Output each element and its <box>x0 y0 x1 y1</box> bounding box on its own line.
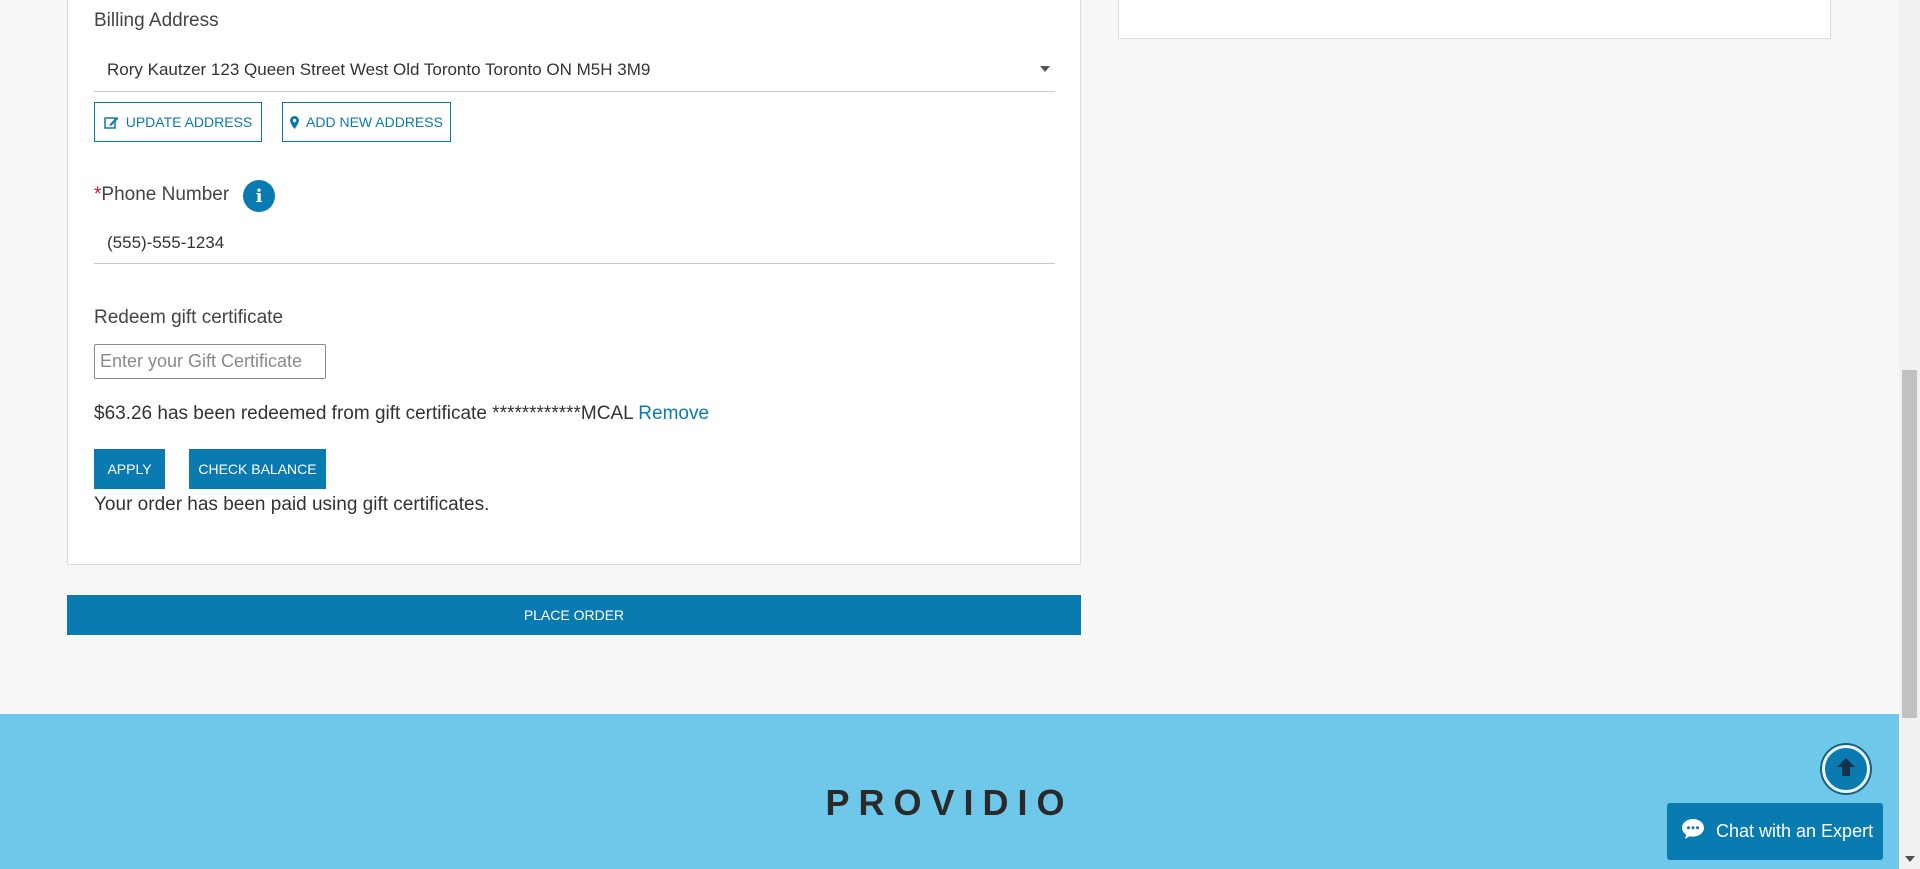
phone-number-field[interactable]: (555)-555-1234 <box>94 223 1055 264</box>
order-summary-card <box>1118 0 1831 39</box>
place-order-button[interactable]: PLACE ORDER <box>67 595 1081 635</box>
phone-number-value: (555)-555-1234 <box>107 233 225 252</box>
billing-address-select[interactable]: Rory Kautzer 123 Queen Street West Old T… <box>94 50 1055 92</box>
redeemed-message-text: $63.26 has been redeemed from gift certi… <box>94 403 633 424</box>
chat-button-label: Chat with an Expert <box>1716 821 1874 841</box>
info-icon[interactable]: i <box>243 180 275 212</box>
billing-address-label: Billing Address <box>94 10 219 31</box>
chat-bubble-icon <box>1681 818 1705 845</box>
arrow-up-icon <box>1834 755 1858 784</box>
gift-certificate-input[interactable] <box>94 344 326 379</box>
page-scrollbar[interactable] <box>1899 0 1920 869</box>
scrollbar-thumb[interactable] <box>1902 370 1917 718</box>
phone-number-label: *Phone Number <box>94 184 229 206</box>
remove-gift-certificate-link[interactable]: Remove <box>638 403 709 424</box>
chevron-down-icon <box>1040 66 1050 72</box>
phone-number-label-text: Phone Number <box>101 184 230 205</box>
redeem-gift-certificate-label: Redeem gift certificate <box>94 307 284 328</box>
apply-button[interactable]: APPLY <box>94 449 165 489</box>
check-balance-button[interactable]: CHECK BALANCE <box>189 449 326 489</box>
billing-address-value: Rory Kautzer 123 Queen Street West Old T… <box>107 60 651 79</box>
chat-with-expert-button[interactable]: Chat with an Expert <box>1667 803 1883 860</box>
update-address-label: UPDATE ADDRESS <box>125 114 253 130</box>
map-pin-icon <box>290 115 300 129</box>
redeemed-message: $63.26 has been redeemed from gift certi… <box>94 403 709 425</box>
add-new-address-button[interactable]: ADD NEW ADDRESS <box>282 102 451 142</box>
footer: PROVIDIO <box>0 714 1899 869</box>
footer-brand-logo: PROVIDIO <box>825 782 1074 823</box>
scroll-to-top-button[interactable] <box>1822 745 1870 793</box>
update-address-button[interactable]: UPDATE ADDRESS <box>94 102 262 142</box>
scroll-down-arrow-icon[interactable] <box>1905 856 1915 862</box>
paid-message: Your order has been paid using gift cert… <box>94 494 490 515</box>
edit-icon <box>103 115 119 129</box>
add-new-address-label: ADD NEW ADDRESS <box>306 114 443 130</box>
